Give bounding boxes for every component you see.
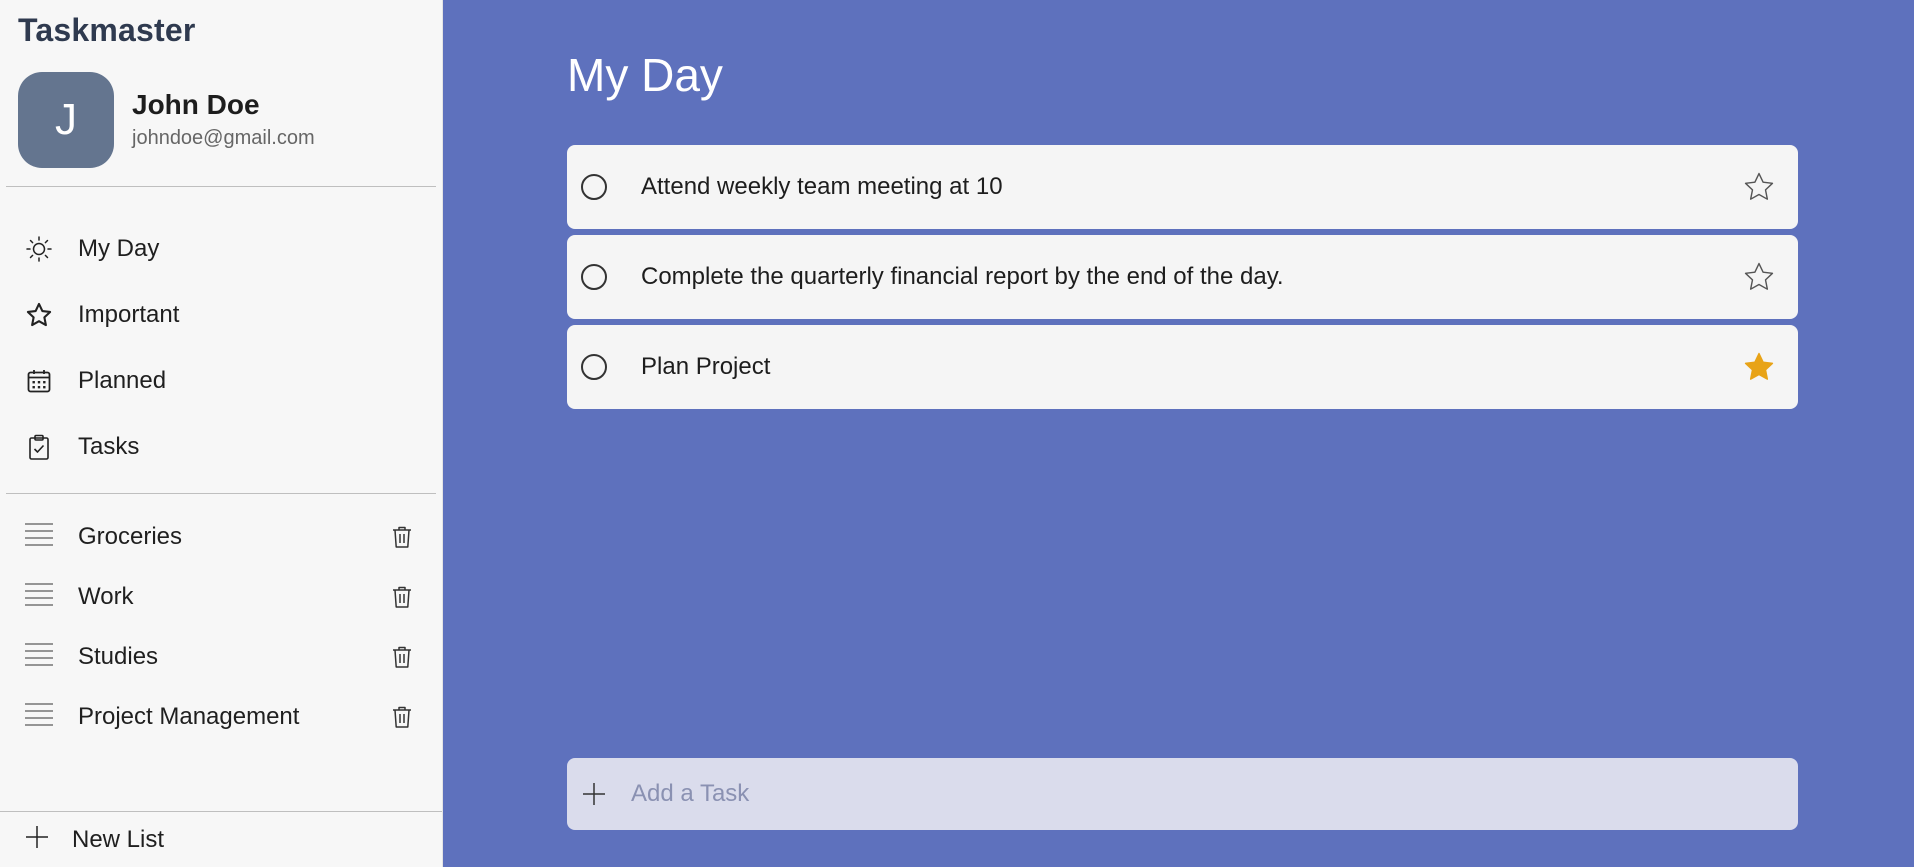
nav-item-planned[interactable]: Planned	[0, 348, 443, 414]
complete-task-checkbox[interactable]	[581, 264, 607, 290]
nav-item-label: Planned	[78, 367, 167, 394]
sun-icon	[24, 234, 54, 264]
complete-task-checkbox[interactable]	[581, 174, 607, 200]
list-item-label: Studies	[78, 643, 159, 670]
plus-icon	[24, 824, 50, 855]
plus-icon	[581, 781, 607, 807]
profile-text: John Doe johndoe@gmail.com	[132, 87, 315, 153]
trash-icon[interactable]	[389, 704, 415, 730]
nav-item-tasks[interactable]: Tasks	[0, 414, 443, 480]
task-text: Attend weekly team meeting at 10	[641, 173, 1003, 200]
add-task-input[interactable]	[631, 780, 1731, 808]
new-list-label: New List	[72, 825, 165, 853]
star-outline-icon[interactable]	[1742, 170, 1776, 204]
main-panel: My Day Attend weekly team meeting at 10 …	[443, 0, 1914, 867]
divider	[6, 186, 436, 187]
nav-item-my-day[interactable]: My Day	[0, 216, 443, 282]
trash-icon[interactable]	[389, 524, 415, 550]
list-lines-icon	[24, 640, 54, 675]
list-item-work[interactable]: Work	[0, 567, 443, 627]
task-item[interactable]: Attend weekly team meeting at 10	[567, 145, 1798, 229]
page-title: My Day	[567, 49, 723, 101]
list-item-label: Groceries	[78, 523, 183, 550]
list-item-project-management[interactable]: Project Management	[0, 687, 443, 747]
list-item-studies[interactable]: Studies	[0, 627, 443, 687]
custom-lists: Groceries Work Studies Project Managemen…	[0, 507, 443, 747]
new-list-button[interactable]: New List	[0, 812, 443, 867]
nav-item-important[interactable]: Important	[0, 282, 443, 348]
star-icon	[24, 300, 54, 330]
calendar-icon	[24, 366, 54, 396]
user-email: johndoe@gmail.com	[132, 127, 315, 149]
avatar: J	[18, 72, 114, 168]
star-outline-icon[interactable]	[1742, 260, 1776, 294]
nav-item-label: My Day	[78, 235, 160, 262]
sidebar: Taskmaster J John Doe johndoe@gmail.com …	[0, 0, 443, 867]
nav-item-label: Tasks	[78, 433, 140, 460]
task-list: Attend weekly team meeting at 10 Complet…	[567, 145, 1798, 415]
list-item-groceries[interactable]: Groceries	[0, 507, 443, 567]
list-lines-icon	[24, 700, 54, 735]
list-item-label: Work	[78, 583, 134, 610]
complete-task-checkbox[interactable]	[581, 354, 607, 380]
task-text: Plan Project	[641, 353, 771, 380]
nav-menu: My Day Important Planned Tasks	[0, 216, 443, 480]
app-brand: Taskmaster	[18, 12, 196, 48]
task-item[interactable]: Plan Project	[567, 325, 1798, 409]
list-lines-icon	[24, 520, 54, 555]
task-text: Complete the quarterly financial report …	[641, 263, 1284, 290]
list-item-label: Project Management	[78, 703, 300, 730]
list-lines-icon	[24, 580, 54, 615]
trash-icon[interactable]	[389, 584, 415, 610]
clipboard-check-icon	[24, 432, 54, 462]
user-profile: J John Doe johndoe@gmail.com	[18, 72, 315, 168]
add-task-bar[interactable]	[567, 758, 1798, 830]
divider	[6, 493, 436, 494]
nav-item-label: Important	[78, 301, 180, 328]
star-filled-icon[interactable]	[1742, 350, 1776, 384]
user-name: John Doe	[132, 89, 260, 120]
task-item[interactable]: Complete the quarterly financial report …	[567, 235, 1798, 319]
trash-icon[interactable]	[389, 644, 415, 670]
